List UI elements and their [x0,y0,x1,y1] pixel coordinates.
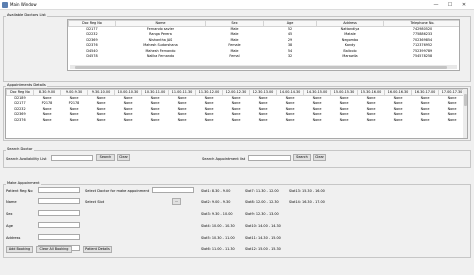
doctors-section-label: Available Doctors List [6,13,47,17]
doctors-table[interactable]: Doc Reg No Name Sex Age Address Telephone No.… [67,19,460,71]
app-icon [2,2,8,8]
availability-search-button[interactable]: Search [96,154,115,161]
close-button[interactable]: ✕ [458,0,470,10]
column-header[interactable]: 15.30-16.00 [357,89,385,96]
availability-search-label: Search Availability List [6,157,47,161]
table-row[interactable]: D2369 None None None None None None None None Non… [7,112,466,118]
address-label: Address [6,236,21,240]
table-cell: None [150,117,160,122]
column-header[interactable]: 12.00-12.30 [222,89,250,96]
sex-input[interactable] [38,210,80,216]
appointments-vertical-scrollbar[interactable] [463,89,467,138]
column-header[interactable]: 14.30-15.00 [303,89,331,96]
column-header[interactable]: 15.00-15.30 [330,89,358,96]
appointments-table[interactable]: Doc Reg No 8.30-9.00 9.00-9.30 9.30-10.00 10… [5,88,468,139]
table-cell: None [393,117,403,122]
slot-item: Slot7: 11.30 - 12.00 [245,189,279,193]
column-header[interactable]: 11.30-12.00 [195,89,223,96]
search-section-label: Search Doctor [6,147,34,151]
sex-label: Sex [6,212,13,216]
slot-item: Slot1: 8.30 - 9.00 [201,189,231,193]
slot-item: Slot6: 11.00 - 11.30 [201,247,235,251]
name-input[interactable] [38,198,80,204]
slot-item: Slot9: 12.30 - 13.00 [245,212,279,216]
table-row[interactable]: D2376 None None None None None None None None Non… [7,117,466,123]
table-cell: 754578258 [412,54,433,59]
appointment-search-label: Search Appointment list [202,157,246,161]
table-cell: Marawila [342,54,358,59]
doctors-horizontal-scrollbar[interactable] [70,65,457,69]
age-label: Age [6,224,13,228]
table-cell: None [96,117,106,122]
appointments-scroll-thumb[interactable] [463,94,467,106]
slot-item: Slot12: 15.00 - 15.30 [245,247,281,251]
table-cell: D2376 [14,117,26,122]
address-input[interactable] [38,234,80,240]
table-cell: None [339,117,349,122]
appointment-search-button[interactable]: Search [293,154,311,161]
table-row[interactable]: D4578 Nalika Fernando Femal 32 Marawila 75457… [69,54,460,60]
slot-item: Slot3: 9.30 - 10.00 [201,212,233,216]
slot-item: Slot4: 10.00 - 10.30 [201,224,235,228]
title-bar: Main Window — ☐ ✕ [0,0,474,10]
table-row[interactable]: D2177 P2178 P2178 None None None None None None N… [7,101,466,107]
table-cell: None [123,117,133,122]
select-doctor-label: Select Doctor for make appoinment [85,189,150,193]
patient-reg-no-label: Patient Reg No [6,189,33,193]
column-header[interactable]: 10.00-10.30 [114,89,142,96]
column-header[interactable]: 14.00-14.30 [276,89,304,96]
window-title: Main Window [10,2,37,7]
age-input[interactable] [38,222,80,228]
table-cell: D4578 [86,54,98,59]
patient-reg-no-input[interactable] [38,187,80,193]
table-cell: None [69,117,79,122]
appointment-search-input[interactable] [248,155,291,161]
table-cell: None [42,117,52,122]
slot-item: Slot2: 9.00 - 9.30 [201,200,231,204]
table-cell: None [285,117,295,122]
table-cell: 32 [287,54,293,59]
slot-item: Slot5: 10.30 - 11.00 [201,236,235,240]
column-header[interactable]: Doc Reg No [6,89,34,96]
column-header[interactable]: 16.30-17.00 [411,89,439,96]
table-cell: None [177,117,187,122]
column-header[interactable]: 17.00-17.30 [438,89,466,96]
table-cell: Nalika Fernando [146,54,175,59]
table-cell: None [258,117,268,122]
table-cell: None [366,117,376,122]
maximize-button[interactable]: ☐ [444,0,456,10]
select-doctor-input[interactable] [152,187,194,193]
table-cell: None [312,117,322,122]
slot-item: Slot14: 16.30 - 17.00 [289,200,325,204]
patient-details-button[interactable]: Patient Details [83,246,112,253]
minimize-button[interactable]: — [430,0,442,10]
appointments-section-label: Appointments Details [6,83,47,87]
availability-search-input[interactable] [51,155,93,161]
table-cell: None [231,117,241,122]
column-header[interactable]: 10.30-11.00 [141,89,169,96]
table-row[interactable]: D2232 None None None None None None None None Non… [7,106,466,112]
select-slot-label: Select Slot [85,200,105,204]
appointment-clear-button[interactable]: Clear [313,154,326,161]
table-cell: None [420,117,430,122]
make-appointment-section-label: Make Appoinment [6,181,41,185]
table-cell: None [447,117,457,122]
slot-item: Slot8: 12.00 - 12.30 [245,200,279,204]
column-header[interactable]: 16.00-16.30 [384,89,412,96]
slot-item: Slot10: 14.00 - 14.30 [245,224,281,228]
availability-clear-button[interactable]: Clear [117,154,130,161]
column-header[interactable]: 11.00-11.30 [168,89,196,96]
table-cell: None [204,117,214,122]
add-booking-button[interactable]: Add Booking [6,246,33,253]
clear-all-booking-button[interactable]: Clear All Booking [36,246,72,253]
slot-item: Slot11: 14.30 - 15.00 [245,236,281,240]
doctors-scroll-thumb[interactable] [75,65,447,69]
select-slot-button[interactable]: ... [172,198,181,205]
table-row[interactable]: D2189 None None None None None None None None Non… [7,95,466,101]
table-cell: Femal [229,54,240,59]
column-header[interactable]: 12.30-13.00 [249,89,277,96]
name-label: Name [6,200,17,204]
slot-item: Slot13: 15.30 - 16.00 [289,189,325,193]
